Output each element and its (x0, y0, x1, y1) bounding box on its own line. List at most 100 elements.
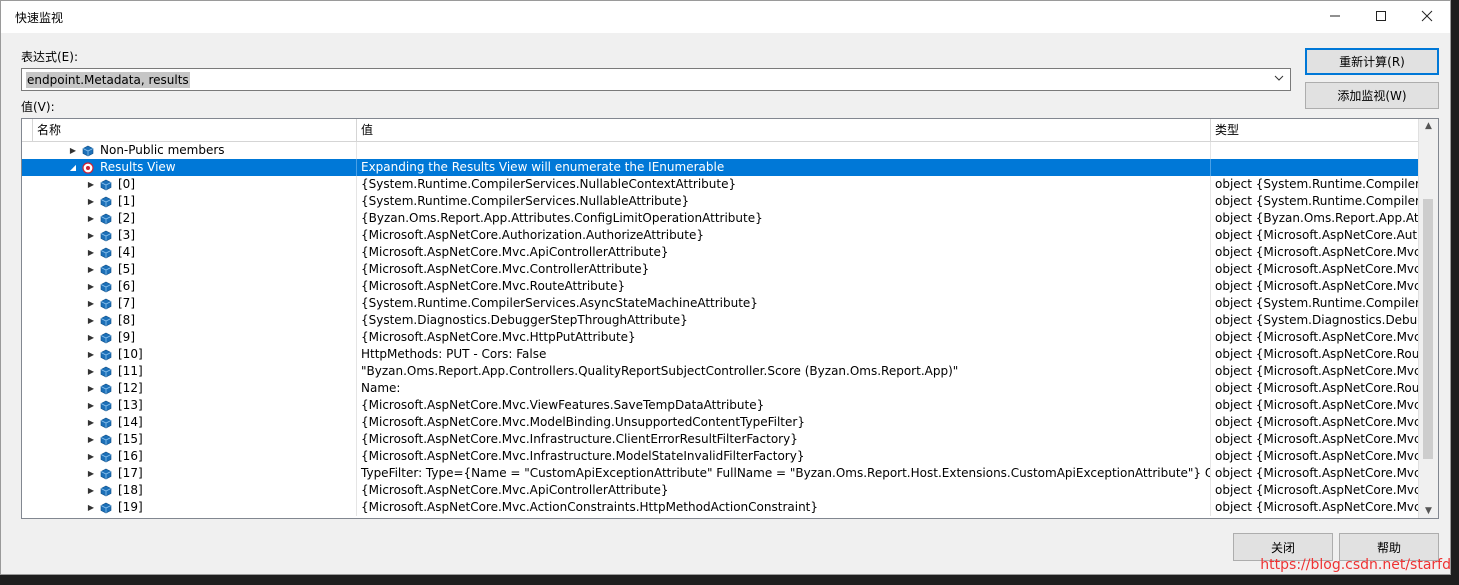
maximize-icon[interactable] (1358, 1, 1404, 31)
cell-value[interactable] (356, 142, 1210, 159)
title-bar: 快速监视 (1, 1, 1450, 33)
cell-value[interactable]: {System.Runtime.CompilerServices.AsyncSt… (356, 295, 1210, 312)
column-header-name[interactable]: 名称 (32, 119, 356, 141)
table-row[interactable]: ▶ [1] {System.Runtime.CompilerServices.Nul… (22, 193, 1419, 210)
table-row[interactable]: ▶ Non-Public members (22, 142, 1419, 159)
cell-type: object {Microsoft.AspNetCore.Mvc.A... (1210, 244, 1419, 261)
table-row[interactable]: ▶ [8] {System.Diagnostics.DebuggerStepThro… (22, 312, 1419, 329)
cell-value[interactable]: {Microsoft.AspNetCore.Authorization.Auth… (356, 227, 1210, 244)
cell-value[interactable]: HttpMethods: PUT - Cors: False (356, 346, 1210, 363)
table-row[interactable]: ▶ [13] {Microsoft.AspNetCore.Mvc.ViewFeatu… (22, 397, 1419, 414)
object-icon (100, 264, 112, 276)
cell-name: ▶ [18] (22, 482, 356, 499)
expand-arrow-icon[interactable]: ▶ (86, 227, 96, 244)
table-row[interactable]: ▶ [3] {Microsoft.AspNetCore.Authorization.… (22, 227, 1419, 244)
results-view-icon (82, 162, 94, 174)
table-row[interactable]: ▶ [9] {Microsoft.AspNetCore.Mvc.HttpPutAtt… (22, 329, 1419, 346)
cell-value[interactable]: TypeFilter: Type={Name = "CustomApiExcep… (356, 465, 1210, 482)
expression-input[interactable]: endpoint.Metadata, results (26, 72, 190, 88)
cell-type: object {Microsoft.AspNetCore.Routin... (1210, 346, 1419, 363)
expand-arrow-icon[interactable]: ▶ (86, 329, 96, 346)
table-row[interactable]: ▶ [10] HttpMethods: PUT - Cors: False objec… (22, 346, 1419, 363)
expand-arrow-icon[interactable]: ▶ (86, 346, 96, 363)
expand-arrow-icon[interactable]: ▶ (86, 482, 96, 499)
expand-arrow-icon[interactable]: ▶ (86, 431, 96, 448)
cell-value[interactable]: {System.Runtime.CompilerServices.Nullabl… (356, 176, 1210, 193)
table-row[interactable]: ▶ [17] TypeFilter: Type={Name = "CustomApi… (22, 465, 1419, 482)
expand-arrow-icon[interactable]: ▶ (86, 499, 96, 516)
recalculate-button[interactable]: 重新计算(R) (1305, 48, 1439, 75)
expand-arrow-icon[interactable]: ▶ (86, 380, 96, 397)
expand-arrow-icon[interactable]: ▶ (86, 312, 96, 329)
minimize-icon[interactable] (1312, 1, 1358, 31)
object-icon (100, 247, 112, 259)
quick-watch-dialog: 快速监视 表达式(E): endpoint.Metadata, results … (0, 0, 1451, 575)
expand-arrow-icon[interactable]: ▶ (86, 363, 96, 380)
scroll-down-icon[interactable]: ▼ (1419, 506, 1438, 516)
close-icon[interactable] (1404, 1, 1450, 31)
expand-arrow-icon[interactable]: ▶ (86, 295, 96, 312)
cell-value[interactable]: {Microsoft.AspNetCore.Mvc.Infrastructure… (356, 448, 1210, 465)
cell-value[interactable]: {Microsoft.AspNetCore.Mvc.Infrastructure… (356, 431, 1210, 448)
vertical-scrollbar[interactable]: ▲ ▼ (1418, 119, 1438, 518)
row-name: [14] (118, 415, 143, 429)
cell-value[interactable]: {Microsoft.AspNetCore.Mvc.ViewFeatures.S… (356, 397, 1210, 414)
expand-arrow-icon[interactable]: ▶ (86, 414, 96, 431)
cell-value[interactable]: {Microsoft.AspNetCore.Mvc.ControllerAttr… (356, 261, 1210, 278)
table-row[interactable]: ▶ [6] {Microsoft.AspNetCore.Mvc.RouteAttri… (22, 278, 1419, 295)
expand-arrow-icon[interactable]: ▶ (68, 142, 78, 159)
table-row[interactable]: ▶ [19] {Microsoft.AspNetCore.Mvc.ActionCon… (22, 499, 1419, 516)
expand-arrow-icon[interactable]: ▶ (86, 397, 96, 414)
cell-value[interactable]: "Byzan.Oms.Report.App.Controllers.Qualit… (356, 363, 1210, 380)
table-row[interactable]: ▶ [16] {Microsoft.AspNetCore.Mvc.Infrastru… (22, 448, 1419, 465)
chevron-down-icon[interactable] (1272, 71, 1286, 87)
table-row[interactable]: ▶ [18] {Microsoft.AspNetCore.Mvc.ApiContro… (22, 482, 1419, 499)
cell-value[interactable]: {Byzan.Oms.Report.App.Attributes.ConfigL… (356, 210, 1210, 227)
cell-value[interactable]: {System.Diagnostics.DebuggerStepThroughA… (356, 312, 1210, 329)
cell-value[interactable]: {Microsoft.AspNetCore.Mvc.ModelBinding.U… (356, 414, 1210, 431)
table-row[interactable]: ▶ [2] {Byzan.Oms.Report.App.Attributes.Con… (22, 210, 1419, 227)
expand-arrow-icon[interactable]: ▶ (86, 176, 96, 193)
cell-name: ▶ [10] (22, 346, 356, 363)
cell-value[interactable]: Name: (356, 380, 1210, 397)
cell-value[interactable]: {Microsoft.AspNetCore.Mvc.ActionConstrai… (356, 499, 1210, 516)
object-icon (100, 281, 112, 293)
column-header-type[interactable]: 类型 (1210, 119, 1419, 141)
expand-arrow-icon[interactable]: ▶ (86, 448, 96, 465)
cell-name: ▶ [14] (22, 414, 356, 431)
add-watch-button[interactable]: 添加监视(W) (1305, 82, 1439, 109)
table-row[interactable]: ▶ [14] {Microsoft.AspNetCore.Mvc.ModelBind… (22, 414, 1419, 431)
scroll-thumb[interactable] (1423, 199, 1433, 459)
watch-grid[interactable]: 名称 值 类型 ▶ Non-Public members ◢ Results View… (21, 118, 1439, 519)
expression-combobox[interactable]: endpoint.Metadata, results (21, 68, 1291, 91)
expand-arrow-icon[interactable]: ▶ (86, 193, 96, 210)
expand-arrow-icon[interactable]: ▶ (86, 244, 96, 261)
expand-arrow-icon[interactable]: ▶ (86, 278, 96, 295)
object-icon (100, 383, 112, 395)
expand-arrow-icon[interactable]: ▶ (86, 261, 96, 278)
cell-name: ▶ [17] (22, 465, 356, 482)
expand-arrow-icon[interactable]: ▶ (86, 465, 96, 482)
row-name: [17] (118, 466, 143, 480)
cell-name: ▶ [8] (22, 312, 356, 329)
cell-value[interactable]: Expanding the Results View will enumerat… (356, 159, 1210, 176)
table-row[interactable]: ▶ [0] {System.Runtime.CompilerServices.Nul… (22, 176, 1419, 193)
column-header-value[interactable]: 值 (356, 119, 1210, 141)
table-row[interactable]: ▶ [4] {Microsoft.AspNetCore.Mvc.ApiControl… (22, 244, 1419, 261)
table-row[interactable]: ▶ [5] {Microsoft.AspNetCore.Mvc.Controller… (22, 261, 1419, 278)
cell-value[interactable]: {Microsoft.AspNetCore.Mvc.RouteAttribute… (356, 278, 1210, 295)
cell-type: object {System.Runtime.CompilerSer... (1210, 295, 1419, 312)
cell-value[interactable]: {Microsoft.AspNetCore.Mvc.ApiControllerA… (356, 244, 1210, 261)
table-row[interactable]: ▶ [7] {System.Runtime.CompilerServices.Asy… (22, 295, 1419, 312)
table-row[interactable]: ▶ [11] "Byzan.Oms.Report.App.Controllers.Q… (22, 363, 1419, 380)
scroll-up-icon[interactable]: ▲ (1419, 121, 1438, 131)
cell-value[interactable]: {System.Runtime.CompilerServices.Nullabl… (356, 193, 1210, 210)
table-row[interactable]: ◢ Results View Expanding the Results View … (22, 159, 1419, 176)
table-row[interactable]: ▶ [15] {Microsoft.AspNetCore.Mvc.Infrastru… (22, 431, 1419, 448)
cell-value[interactable]: {Microsoft.AspNetCore.Mvc.ApiControllerA… (356, 482, 1210, 499)
expand-arrow-icon[interactable]: ▶ (86, 210, 96, 227)
cell-value[interactable]: {Microsoft.AspNetCore.Mvc.HttpPutAttribu… (356, 329, 1210, 346)
table-row[interactable]: ▶ [12] Name: object {Microsoft.AspNetCore.R… (22, 380, 1419, 397)
row-name: [1] (118, 194, 135, 208)
expanded-arrow-icon[interactable]: ◢ (68, 159, 78, 176)
